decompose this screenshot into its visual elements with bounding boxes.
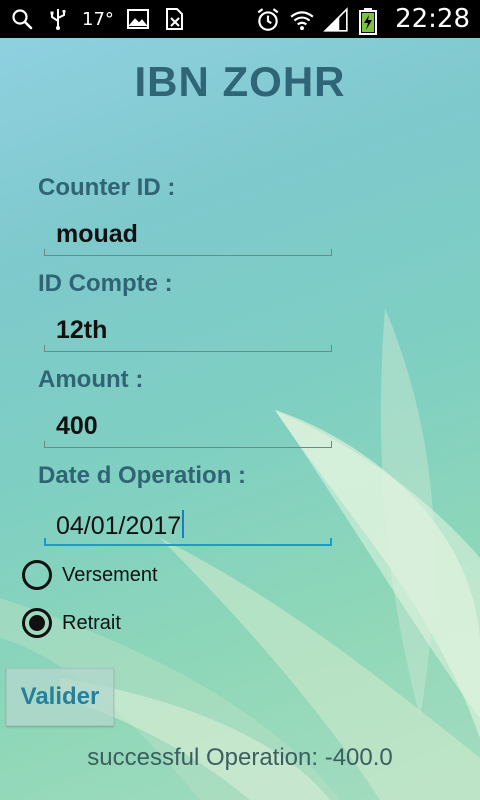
usb-icon bbox=[46, 7, 70, 31]
counter-id-value: mouad bbox=[56, 220, 138, 248]
wifi-icon bbox=[289, 7, 314, 31]
radio-retrait-label: Retrait bbox=[62, 611, 121, 634]
id-compte-field[interactable]: 12th bbox=[44, 312, 332, 352]
date-operation-field[interactable]: 04/01/2017 bbox=[44, 506, 332, 546]
id-compte-label: ID Compte : bbox=[38, 270, 173, 297]
battery-charging-icon bbox=[357, 7, 381, 35]
radio-checked-dot bbox=[29, 615, 45, 631]
counter-id-label: Counter ID : bbox=[38, 174, 176, 201]
clock-time: 22:28 bbox=[395, 4, 470, 34]
text-cursor bbox=[182, 510, 185, 538]
radio-versement-label: Versement bbox=[62, 563, 158, 586]
radio-retrait-circle[interactable] bbox=[22, 608, 52, 638]
alarm-icon bbox=[255, 7, 279, 31]
sim-icon bbox=[162, 7, 186, 31]
counter-id-field[interactable]: mouad bbox=[44, 216, 332, 256]
signal-icon bbox=[323, 7, 348, 32]
result-message: successful Operation: -400.0 bbox=[87, 744, 393, 771]
valider-button[interactable]: Valider bbox=[6, 668, 114, 726]
date-operation-value: 04/01/2017 bbox=[56, 512, 182, 540]
amount-label: Amount : bbox=[38, 366, 144, 393]
search-icon bbox=[10, 7, 34, 31]
radio-retrait[interactable]: Retrait bbox=[22, 608, 121, 638]
id-compte-value: 12th bbox=[56, 316, 108, 344]
temperature-text: 17° bbox=[82, 8, 114, 30]
amount-value: 400 bbox=[56, 412, 98, 440]
status-bar: 17° 22:28 bbox=[0, 0, 480, 38]
image-icon bbox=[126, 7, 150, 31]
app-screen: IBN ZOHR Counter ID : mouad ID Compte : … bbox=[0, 38, 480, 800]
radio-versement[interactable]: Versement bbox=[22, 560, 158, 590]
amount-field[interactable]: 400 bbox=[44, 408, 332, 448]
radio-versement-circle[interactable] bbox=[22, 560, 52, 590]
page-title: IBN ZOHR bbox=[134, 58, 346, 105]
date-operation-label: Date d Operation : bbox=[38, 462, 247, 489]
